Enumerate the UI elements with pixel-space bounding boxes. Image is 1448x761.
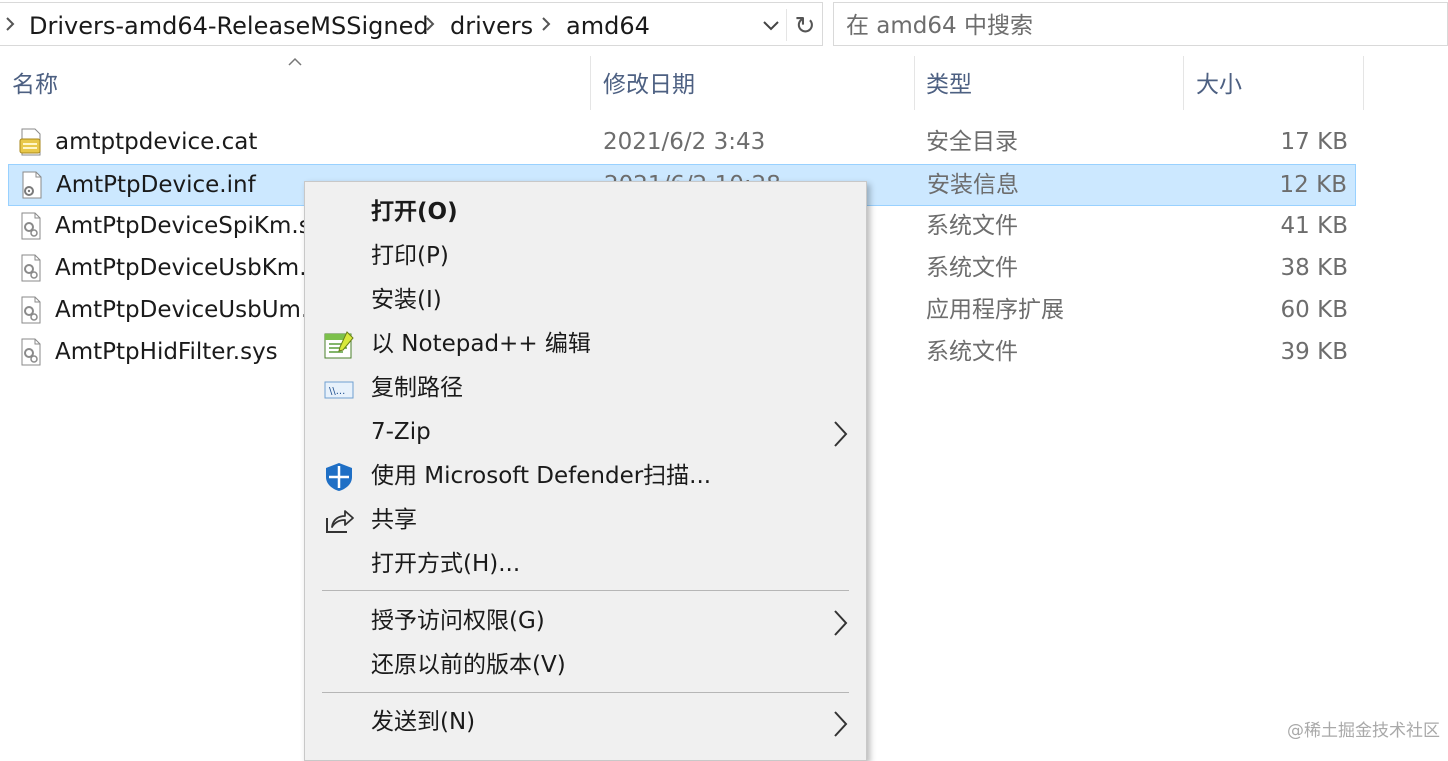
breadcrumb-item[interactable]: amd64 bbox=[566, 11, 650, 41]
menu-item-label: 7-Zip bbox=[371, 419, 431, 445]
file-name: amtptpdevice.cat bbox=[55, 129, 258, 155]
copy-path-icon: \\... bbox=[323, 374, 355, 404]
chevron-right-icon bbox=[832, 420, 848, 448]
defender-shield-icon bbox=[323, 462, 355, 492]
menu-item-label: 授予访问权限(G) bbox=[371, 608, 545, 634]
refresh-icon[interactable]: ↻ bbox=[791, 11, 819, 41]
column-header-type[interactable]: 类型 bbox=[926, 66, 972, 110]
chevron-down-icon[interactable] bbox=[761, 17, 781, 33]
menu-item-print[interactable]: 打印(P) bbox=[305, 234, 866, 278]
file-size: 39 KB bbox=[1280, 339, 1348, 365]
file-row[interactable]: amtptpdevice.cat 2021/6/2 3:43 安全目录 17 K… bbox=[8, 122, 1356, 164]
file-type: 系统文件 bbox=[926, 213, 1018, 239]
column-divider[interactable] bbox=[1183, 56, 1184, 110]
menu-item-restore-versions[interactable]: 还原以前的版本(V) bbox=[305, 643, 866, 687]
column-header-date[interactable]: 修改日期 bbox=[603, 66, 695, 110]
menu-item-copy-path[interactable]: \\... 复制路径 bbox=[305, 366, 866, 410]
file-name: AmtPtpHidFilter.sys bbox=[55, 339, 278, 365]
notepad-plus-plus-icon bbox=[323, 330, 355, 360]
chevron-right-icon[interactable] bbox=[5, 16, 15, 32]
setup-info-file-icon bbox=[19, 170, 45, 200]
file-type: 系统文件 bbox=[926, 339, 1018, 365]
address-bar[interactable]: Drivers-amd64-ReleaseMSSigned drivers am… bbox=[0, 2, 823, 46]
menu-item-label: 打开(O) bbox=[371, 199, 458, 225]
menu-item-open-with[interactable]: 打开方式(H)... bbox=[305, 542, 866, 586]
menu-separator bbox=[322, 590, 849, 591]
menu-item-label: 发送到(N) bbox=[371, 709, 476, 735]
menu-item-label: 打印(P) bbox=[371, 243, 449, 269]
menu-item-label: 安装(I) bbox=[371, 287, 442, 313]
menu-item-label: 共享 bbox=[371, 507, 417, 533]
column-divider[interactable] bbox=[1363, 56, 1364, 110]
menu-item-defender-scan[interactable]: 使用 Microsoft Defender扫描... bbox=[305, 454, 866, 498]
column-divider[interactable] bbox=[590, 56, 591, 110]
breadcrumb-item[interactable]: Drivers-amd64-ReleaseMSSigned bbox=[29, 11, 429, 41]
file-size: 38 KB bbox=[1280, 255, 1348, 281]
file-name: AmtPtpDeviceSpiKm.sys bbox=[55, 213, 337, 239]
file-size: 60 KB bbox=[1280, 297, 1348, 323]
menu-item-share[interactable]: 共享 bbox=[305, 498, 866, 542]
chevron-right-icon[interactable] bbox=[425, 16, 435, 32]
file-type: 安全目录 bbox=[926, 129, 1018, 155]
file-type: 安装信息 bbox=[927, 172, 1019, 198]
menu-separator bbox=[322, 692, 849, 693]
system-file-icon bbox=[18, 295, 44, 325]
system-file-icon bbox=[18, 253, 44, 283]
system-file-icon bbox=[18, 337, 44, 367]
file-name: AmtPtpDevice.inf bbox=[56, 172, 256, 198]
file-size: 12 KB bbox=[1279, 172, 1347, 198]
chevron-right-icon bbox=[832, 609, 848, 637]
chevron-right-icon[interactable] bbox=[541, 16, 551, 32]
menu-item-edit-notepadpp[interactable]: 以 Notepad++ 编辑 bbox=[305, 322, 866, 366]
menu-item-install[interactable]: 安装(I) bbox=[305, 278, 866, 322]
column-header-size[interactable]: 大小 bbox=[1196, 66, 1242, 110]
file-type: 系统文件 bbox=[926, 255, 1018, 281]
file-type: 应用程序扩展 bbox=[926, 297, 1064, 323]
svg-text:\\...: \\... bbox=[329, 386, 345, 397]
divider bbox=[786, 9, 787, 41]
share-icon bbox=[323, 506, 355, 536]
file-size: 17 KB bbox=[1280, 129, 1348, 155]
menu-item-label: 以 Notepad++ 编辑 bbox=[371, 331, 591, 357]
menu-item-send-to[interactable]: 发送到(N) bbox=[305, 700, 866, 744]
menu-item-label: 使用 Microsoft Defender扫描... bbox=[371, 463, 712, 489]
search-input[interactable]: 在 amd64 中搜索 bbox=[833, 2, 1448, 46]
file-date: 2021/6/2 3:43 bbox=[603, 129, 766, 155]
menu-item-7zip[interactable]: 7-Zip bbox=[305, 410, 866, 454]
context-menu: 打开(O) 打印(P) 安装(I) 以 Notepad++ 编辑 \\... 复… bbox=[304, 181, 867, 761]
menu-item-label: 复制路径 bbox=[371, 375, 463, 401]
menu-item-open[interactable]: 打开(O) bbox=[305, 190, 866, 234]
catalog-file-icon bbox=[18, 127, 44, 157]
file-size: 41 KB bbox=[1280, 213, 1348, 239]
menu-item-label: 还原以前的版本(V) bbox=[371, 652, 566, 678]
menu-item-grant-access[interactable]: 授予访问权限(G) bbox=[305, 599, 866, 643]
column-divider[interactable] bbox=[914, 56, 915, 110]
menu-item-label: 打开方式(H)... bbox=[371, 551, 521, 577]
file-name: AmtPtpDeviceUsbUm.dll bbox=[55, 297, 336, 323]
search-placeholder: 在 amd64 中搜索 bbox=[846, 13, 1033, 39]
chevron-right-icon bbox=[832, 710, 848, 738]
column-header-name[interactable]: 名称 bbox=[12, 66, 58, 110]
sort-ascending-icon bbox=[288, 57, 302, 66]
system-file-icon bbox=[18, 211, 44, 241]
watermark: @稀土掘金技术社区 bbox=[1287, 721, 1440, 741]
breadcrumb-item[interactable]: drivers bbox=[450, 11, 533, 41]
file-name: AmtPtpDeviceUsbKm.sys bbox=[55, 255, 345, 281]
